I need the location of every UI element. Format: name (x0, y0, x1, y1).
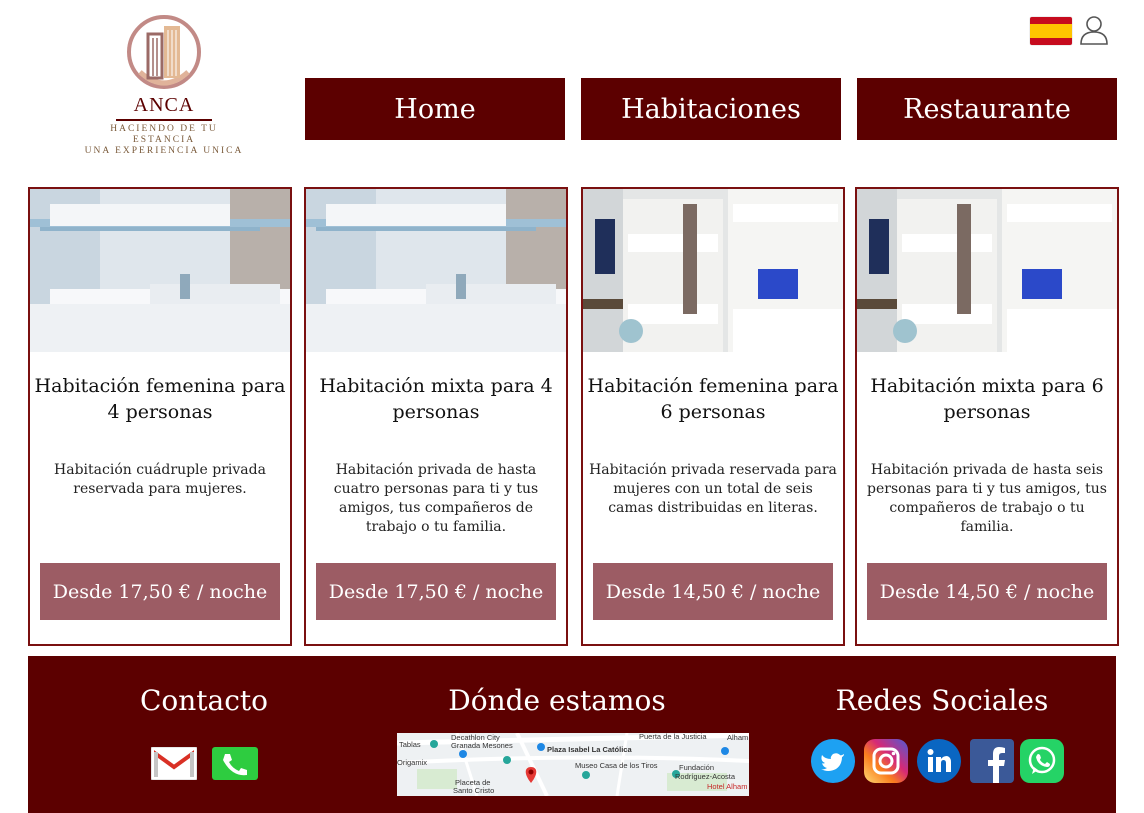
brand-tagline-2: UNA EXPERIENCIA UNICA (84, 146, 244, 156)
nav-habitaciones-button[interactable]: Habitaciones (581, 78, 841, 140)
twitter-icon[interactable] (811, 739, 855, 783)
location-heading: Dónde estamos (448, 684, 666, 717)
room-price-button[interactable]: Desde 17,50 € / noche (316, 563, 556, 620)
room-description: Habitación privada de hasta cuatro perso… (333, 462, 539, 535)
room-card: Habitación mixta para 4 personas Habitac… (304, 187, 568, 646)
room-photo (583, 189, 843, 352)
room-photo (306, 189, 566, 352)
whatsapp-icon[interactable] (1020, 739, 1064, 783)
building-logo-icon (127, 15, 201, 89)
map-label: Plaza Isabel La Católica (547, 745, 632, 754)
room-price-button[interactable]: Desde 17,50 € / noche (40, 563, 280, 620)
room-title: Habitación mixta para 6 personas (870, 375, 1104, 423)
contact-heading: Contacto (139, 684, 269, 717)
nav-restaurante-button[interactable]: Restaurante (857, 78, 1117, 140)
map-label: Origamix (397, 758, 428, 767)
site-footer: Contacto Dónde estamos Redes Sociales De… (28, 656, 1116, 813)
room-description: Habitación privada reservada para mujere… (589, 462, 837, 516)
brand-tagline-1: HACIENDO DE TU ESTANCIA (110, 124, 218, 145)
instagram-icon[interactable] (864, 739, 908, 783)
room-card: Habitación femenina para 4 personas Habi… (28, 187, 292, 646)
room-card: Habitación mixta para 6 personas Habitac… (855, 187, 1119, 646)
room-price-button[interactable]: Desde 14,50 € / noche (867, 563, 1107, 620)
social-heading: Redes Sociales (835, 684, 1049, 717)
map-label: Santo Cristo (453, 786, 495, 795)
spain-flag-icon[interactable] (1030, 17, 1072, 45)
brand-divider (116, 119, 212, 121)
room-title: Habitación mixta para 4 personas (319, 375, 553, 423)
room-photo (30, 189, 290, 352)
map-label: Puerta de la Justicia (639, 733, 707, 741)
hotel-logo[interactable]: ANCA HACIENDO DE TU ESTANCIA UNA EXPERIE… (84, 12, 244, 156)
map-label: Rodríguez-Acosta (675, 772, 736, 781)
phone-icon[interactable] (212, 747, 258, 780)
room-photo (857, 189, 1117, 352)
map-label: Museo Casa de los Tiros (575, 761, 658, 770)
map-label: Hotel Alham (707, 782, 748, 791)
facebook-icon[interactable] (970, 739, 1014, 783)
nav-home-button[interactable]: Home (305, 78, 565, 140)
map-label: Fundación (679, 763, 715, 772)
gmail-icon[interactable] (151, 747, 197, 780)
user-icon[interactable] (1078, 14, 1110, 46)
room-price-button[interactable]: Desde 14,50 € / noche (593, 563, 833, 620)
room-title: Habitación femenina para 4 personas (34, 375, 286, 423)
room-title: Habitación femenina para 6 personas (587, 375, 839, 423)
map-label: Granada Mesones (451, 741, 513, 750)
linkedin-icon[interactable] (917, 739, 961, 783)
location-map[interactable]: Decathlon City Granada Mesones Plaza Isa… (397, 733, 749, 796)
room-description: Habitación privada de hasta seis persona… (867, 462, 1107, 535)
brand-name: ANCA (133, 94, 195, 116)
room-description: Habitación cuádruple privada reservada p… (54, 462, 266, 497)
room-card: Habitación femenina para 6 personas Habi… (581, 187, 845, 646)
map-label: Tablas (399, 740, 421, 749)
map-label: Alham (727, 733, 749, 742)
